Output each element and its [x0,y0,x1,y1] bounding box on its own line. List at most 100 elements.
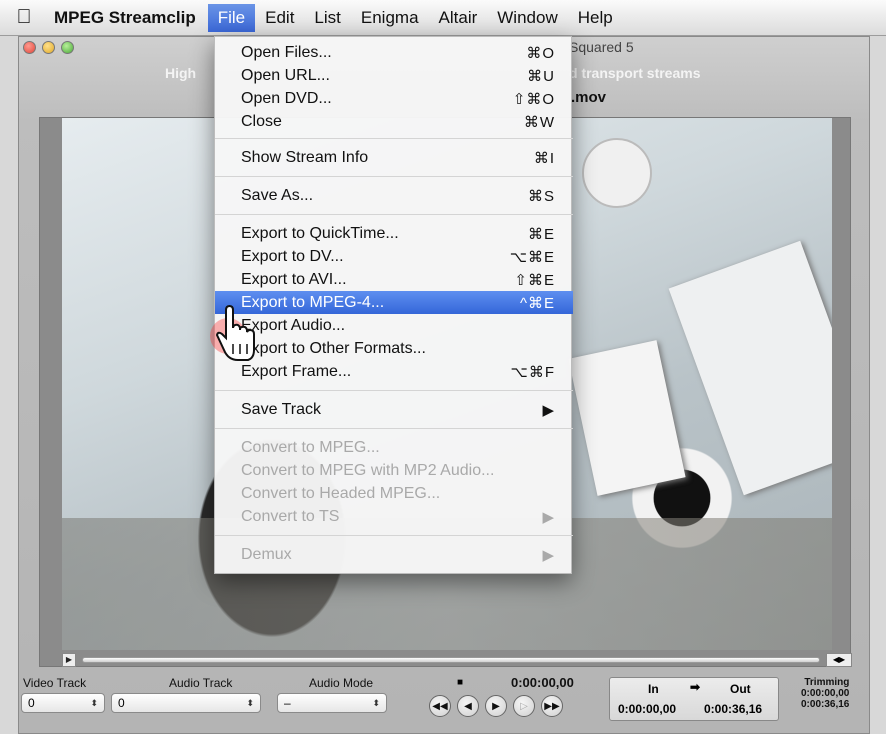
menu-separator [215,535,573,536]
menu-item-label: Open URL... [241,66,330,84]
menu-item-export-frame[interactable]: Export Frame... ⌥⌘F [215,360,573,383]
window-subtitle-right: d transport streams [569,65,701,81]
app-menu[interactable]: MPEG Streamclip [48,8,208,28]
window-controls [23,41,74,54]
menu-help[interactable]: Help [568,4,623,32]
zoom-window-button[interactable] [61,41,74,54]
out-label: Out [730,682,751,696]
menu-window[interactable]: Window [487,4,567,32]
audio-track-label: Audio Track [169,676,233,690]
menu-item-open-dvd[interactable]: Open DVD... ⇧⌘O [215,87,573,110]
menu-item-open-files[interactable]: Open Files... ⌘O [215,41,573,64]
audio-track-select[interactable]: 0 ⬍ [111,693,261,713]
timeline-track[interactable] [82,657,820,663]
video-track-value: 0 [28,696,35,710]
stepper-icon: ⬍ [90,697,98,708]
menu-item-export-other[interactable]: Export to Other Formats... [215,337,573,360]
menu-item-save-track[interactable]: Save Track ▶ [215,398,573,421]
fast-forward-icon[interactable]: ▶▶ [541,695,563,717]
trimming-label: Trimming [804,677,850,688]
apple-icon[interactable]:  [0,6,48,29]
step-back-icon[interactable]: ◀ [457,695,479,717]
menu-item-shortcut: ⌘E [527,225,555,243]
menu-item-label: Convert to MPEG... [241,438,380,456]
menu-separator [215,176,573,177]
menu-edit[interactable]: Edit [255,4,304,32]
rewind-icon[interactable]: ◀◀ [429,695,451,717]
in-out-panel: In ➡ Out 0:00:00,00 0:00:36,16 [609,677,779,721]
arrow-right-icon: ➡ [690,680,701,694]
menu-item-export-audio[interactable]: Export Audio... [215,314,573,337]
menu-item-shortcut: ⌘I [533,149,555,167]
menu-item-export-quicktime[interactable]: Export to QuickTime... ⌘E [215,222,573,245]
menu-item-label: Save Track [241,400,322,418]
menu-file[interactable]: File [207,3,256,32]
current-time: 0:00:00,00 [511,675,574,690]
menu-item-shortcut: ⇧⌘O [512,90,555,108]
menu-item-shortcut: ⌘S [527,187,555,205]
in-value[interactable]: 0:00:00,00 [618,702,676,716]
menu-item-label: Open Files... [241,43,332,61]
menu-altair[interactable]: Altair [429,4,488,32]
lamp-base [582,138,652,208]
stop-icon[interactable]: ■ [457,677,463,688]
submenu-arrow-icon: ▶ [542,546,555,564]
menu-separator [215,390,573,391]
menu-item-convert-mpeg: Convert to MPEG... [215,436,573,459]
menu-enigma[interactable]: Enigma [351,4,429,32]
out-value[interactable]: 0:00:36,16 [704,702,762,716]
step-forward-icon[interactable]: ▷ [513,695,535,717]
stepper-icon: ⬍ [246,697,254,708]
menu-separator [215,214,573,215]
audio-track-value: 0 [118,696,125,710]
menu-item-label: Show Stream Info [241,148,369,166]
menu-item-open-url[interactable]: Open URL... ⌘U [215,64,573,87]
menu-item-label: Export to DV... [241,247,344,265]
submenu-arrow-icon: ▶ [542,401,555,419]
hand-pointer-icon [210,304,255,361]
menu-item-close[interactable]: Close ⌘W [215,110,573,133]
menu-item-export-avi[interactable]: Export to AVI... ⇧⌘E [215,268,573,291]
in-label: In [648,682,659,696]
menu-item-label: Open DVD... [241,89,332,107]
menu-item-label: Demux [241,545,292,563]
scrubber: ▶ ◀▶ [62,653,852,667]
menu-item-label: Convert to MPEG with MP2 Audio... [241,461,495,479]
filename-label: .mov [571,89,607,106]
menu-item-label: Convert to TS [241,507,340,525]
menu-item-shortcut: ^⌘E [519,294,555,312]
menu-item-label: Export to AVI... [241,270,347,288]
step-icon[interactable]: ◀▶ [826,653,852,667]
menu-item-demux: Demux ▶ [215,543,573,566]
menu-item-convert-mpeg-mp2: Convert to MPEG with MP2 Audio... [215,459,573,482]
menu-item-convert-ts: Convert to TS ▶ [215,505,573,528]
menu-separator [215,138,573,139]
file-menu-dropdown: Open Files... ⌘O Open URL... ⌘U Open DVD..… [214,36,573,574]
trimming-end: 0:00:36,16 [801,699,850,710]
menu-item-shortcut: ⌘U [527,67,555,85]
window-subtitle-left: High [165,65,197,81]
menu-item-shortcut: ⌘W [523,113,555,131]
menu-list[interactable]: List [304,4,350,32]
close-window-button[interactable] [23,41,36,54]
video-track-label: Video Track [23,676,87,690]
play-icon[interactable]: ▶ [485,695,507,717]
window-title: Squared 5 [569,39,634,55]
trimming-start: 0:00:00,00 [801,688,850,699]
menu-item-shortcut: ⌥⌘F [510,363,555,381]
menu-item-export-dv[interactable]: Export to DV... ⌥⌘E [215,245,573,268]
paper-stack [668,240,832,496]
video-track-select[interactable]: 0 ⬍ [21,693,105,713]
stepper-icon: ⬍ [372,697,380,708]
audio-mode-value: – [284,696,291,710]
menu-item-show-stream-info[interactable]: Show Stream Info ⌘I [215,146,573,169]
menu-item-save-as[interactable]: Save As... ⌘S [215,184,573,207]
audio-mode-select[interactable]: – ⬍ [277,693,387,713]
menu-item-shortcut: ⌘O [526,44,555,62]
play-icon[interactable]: ▶ [62,653,76,667]
menu-item-label: Export to Other Formats... [241,339,426,357]
menu-item-export-mpeg4[interactable]: Export to MPEG-4... ^⌘E [215,291,573,314]
audio-mode-label: Audio Mode [309,676,374,690]
minimize-window-button[interactable] [42,41,55,54]
bottom-controls: Video Track 0 ⬍ Audio Track 0 ⬍ Audio Mode… [19,673,871,733]
